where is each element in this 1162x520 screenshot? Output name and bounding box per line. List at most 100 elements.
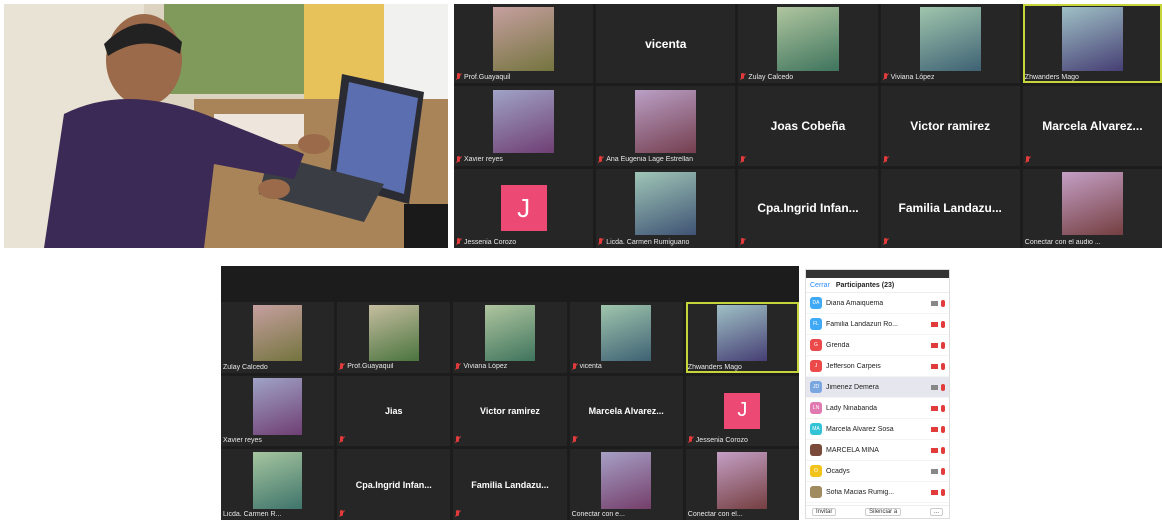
video-tile[interactable]: Conectar con el audio ... (1022, 168, 1162, 248)
participant-name: Cpa.Ingrid Infan... (757, 201, 859, 216)
video-tile[interactable]: Jias (337, 375, 451, 447)
participants-header: Cerrar Participantes (23) (806, 278, 949, 293)
participant-video (717, 452, 768, 509)
mic-muted-icon (339, 436, 345, 444)
zoom-gallery-top: Prof.Guayaquil vicenta Zulay Calcedo Vivian… (454, 4, 1162, 248)
tile-label: Viviana López (883, 73, 935, 81)
participant-status (931, 467, 945, 475)
participant-name: Jimenez Demera (826, 383, 879, 391)
tile-label: Zhwanders Mago (688, 364, 742, 371)
video-tile[interactable]: Cpa.Ingrid Infan... (337, 449, 451, 520)
microphone-icon (941, 320, 945, 328)
video-tile[interactable]: vicenta (596, 4, 736, 84)
participant-video (601, 452, 652, 509)
participant-row[interactable]: MA Marcela Alvarez Sosa (806, 419, 949, 440)
participant-row[interactable]: G Grenda (806, 335, 949, 356)
video-tile[interactable]: J Jessenia Corozo (454, 168, 594, 248)
mic-muted-icon (598, 155, 604, 164)
video-tile[interactable]: Xavier reyes (454, 86, 594, 166)
video-tile[interactable]: Zhwanders Mago (685, 302, 799, 373)
video-tile[interactable]: vicenta (569, 302, 683, 373)
participant-name: Victor ramirez (480, 405, 540, 416)
video-tile[interactable]: Zhwanders Mago (1022, 4, 1162, 84)
more-button[interactable]: ... (929, 508, 943, 516)
participant-row[interactable]: LN Lady Ninabanda (806, 398, 949, 419)
microphone-icon (941, 383, 945, 391)
video-tile[interactable]: Zulay Calcedo (221, 302, 335, 373)
video-tile[interactable]: Viviana López (453, 302, 567, 373)
tile-label (455, 436, 461, 444)
participant-label: Xavier reyes (223, 437, 262, 445)
participant-row[interactable]: DA Diana Amaiquema (806, 293, 949, 314)
tile-label: Zulay Calcedo (223, 364, 268, 371)
participant-row[interactable]: J Jefferson Carpeis (806, 356, 949, 377)
video-tile[interactable]: Licda. Carmen Rumiguano (596, 168, 736, 248)
video-tile[interactable]: Victor ramirez (880, 86, 1020, 166)
video-tile[interactable]: Prof.Guayaquil (337, 302, 451, 373)
video-tile[interactable]: Joas Cobeña (738, 86, 878, 166)
participant-label: Conectar con el audio ... (1024, 239, 1101, 246)
video-tile[interactable]: Ana Eugenia Lage Estrellan (596, 86, 736, 166)
participant-label: Zulay Calcedo (748, 73, 794, 81)
participant-label: vicenta (579, 363, 602, 371)
video-tile[interactable]: Zulay Calcedo (738, 4, 878, 84)
tile-label: Xavier reyes (456, 155, 503, 164)
participant-label: Ana Eugenia Lage Estrellan (606, 156, 693, 164)
tile-label: Xavier reyes (223, 437, 262, 444)
close-button[interactable]: Cerrar (810, 282, 830, 289)
participant-label: Viviana López (890, 73, 935, 81)
tile-label: Jessenia Corozo (456, 238, 516, 246)
microphone-icon (941, 467, 945, 475)
participant-name: MARCELA MINA (826, 446, 879, 454)
video-tile[interactable]: Marcela Alvarez... (569, 375, 683, 447)
participant-label: Prof.Guayaquil (347, 363, 394, 371)
participant-avatar: J (500, 185, 547, 232)
participant-video (252, 378, 303, 435)
video-tile[interactable]: Licda. Carmen R... (221, 449, 335, 520)
video-tile[interactable]: J Jessenia Corozo (685, 375, 799, 447)
mic-muted-icon (572, 362, 578, 371)
video-tile[interactable]: Marcela Alvarez... (1022, 86, 1162, 166)
participant-row[interactable]: MARCELA MINA (806, 440, 949, 461)
mic-muted-icon (883, 155, 889, 164)
tile-label: Licda. Carmen R... (223, 511, 281, 518)
video-tile[interactable]: Familia Landazu... (453, 449, 567, 520)
classroom-photo (4, 4, 448, 248)
tile-label: vicenta (572, 362, 602, 371)
video-tile[interactable]: Cpa.Ingrid Infan... (738, 168, 878, 248)
participant-label: Jessenia Corozo (695, 436, 748, 444)
video-tile[interactable]: Familia Landazu... (880, 168, 1020, 248)
participant-status (931, 488, 945, 496)
participant-video (485, 304, 535, 362)
avatar (810, 486, 822, 498)
participant-label: Conectar con e... (571, 510, 625, 518)
video-tile[interactable]: Viviana López (880, 4, 1020, 84)
tile-label (740, 238, 746, 246)
participant-row[interactable]: O Ocadys (806, 461, 949, 482)
video-tile[interactable]: Prof.Guayaquil (454, 4, 594, 84)
video-tile[interactable]: Victor ramirez (453, 375, 567, 447)
invite-button[interactable]: Invitar (812, 508, 837, 516)
mute-all-button[interactable]: Silenciar a (865, 508, 902, 516)
tile-label (339, 436, 345, 444)
microphone-icon (941, 404, 945, 412)
video-tile[interactable]: Conectar con e... (569, 449, 683, 520)
participant-row[interactable]: FL Familia Landazuri Ro... (806, 314, 949, 335)
participant-row[interactable]: Sofia Macias Rumig... (806, 482, 949, 503)
participant-row[interactable]: JD Jimenez Demera (806, 377, 949, 398)
participant-status (931, 341, 945, 349)
camera-icon (931, 426, 938, 432)
tile-label: Prof.Guayaquil (339, 362, 394, 371)
avatar: MA (810, 423, 822, 435)
avatar: LN (810, 402, 822, 414)
mic-muted-icon (455, 436, 461, 444)
video-tile[interactable]: Xavier reyes (221, 375, 335, 447)
participant-video (1061, 7, 1123, 71)
participant-label: Zhwanders Mago (687, 363, 742, 371)
avatar: DA (810, 297, 822, 309)
avatar: O (810, 465, 822, 477)
avatar: JD (810, 381, 822, 393)
camera-icon (931, 384, 938, 390)
video-tile[interactable]: Conectar con el... (685, 449, 799, 520)
tile-label: Zhwanders Mago (1025, 74, 1079, 81)
